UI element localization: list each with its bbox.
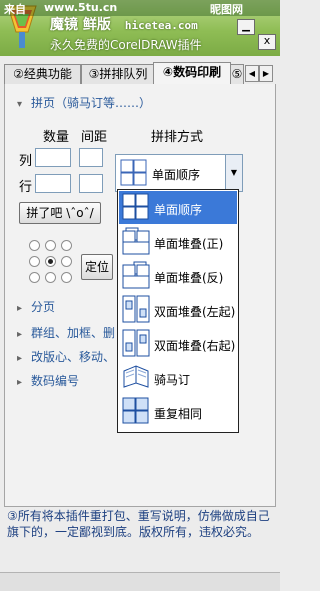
single-stack-reverse-icon	[122, 261, 150, 289]
watermark-url: www.5tu.cn	[44, 1, 118, 14]
section-pagination[interactable]: ▸ 分页	[17, 298, 55, 315]
spacing-header: 间距	[81, 130, 108, 145]
method-option-label: 骑马订	[154, 373, 191, 387]
tab-classic-functions[interactable]: ②经典功能	[4, 64, 81, 84]
dropdown-arrow-icon[interactable]: ▼	[225, 155, 242, 191]
single-sequence-icon	[120, 159, 147, 186]
copyright-notice: ③所有将本插件重打包、重写说明，仿佛做成自己旗下的，一定鄙视到底。版权所有，违权…	[7, 509, 270, 539]
watermark-right: 昵图网	[210, 3, 243, 16]
method-option-label: 双面堆叠(右起)	[154, 339, 236, 353]
anchor-radio-top-right[interactable]	[61, 240, 72, 251]
method-option-single-stack-reverse[interactable]: 单面堆叠(反)	[119, 259, 237, 292]
section-edit-margin[interactable]: ▸ 改版心、移动、	[17, 348, 115, 365]
method-option-label: 单面堆叠(反)	[154, 271, 224, 285]
anchor-radio-bottom-left[interactable]	[29, 272, 40, 283]
anchor-radio-bottom-right[interactable]	[61, 272, 72, 283]
rows-quantity-input[interactable]	[35, 174, 71, 193]
app-site: hicetea.com	[124, 19, 198, 32]
tab-imposition-queue[interactable]: ③拼排队列	[81, 64, 155, 84]
section-digital-numbering[interactable]: ▸ 数码编号	[17, 372, 79, 389]
collapse-arrow-icon: ▾	[17, 99, 23, 110]
minimize-button[interactable]: ▁	[237, 19, 255, 35]
app-title: 魔镜 鲜版 hicetea.com	[50, 14, 198, 34]
method-option-label: 单面顺序	[154, 203, 203, 217]
section-edit-margin-label: 改版心、移动、	[31, 350, 116, 364]
expand-arrow-icon: ▸	[17, 353, 23, 364]
anchor-radio-top-left[interactable]	[29, 240, 40, 251]
method-option-label: 单面堆叠(正)	[154, 237, 224, 251]
method-option-single-stack-forward[interactable]: 单面堆叠(正)	[119, 225, 237, 258]
anchor-radio-middle-right[interactable]	[61, 256, 72, 267]
title-bar: 来自 www.5tu.cn 昵图网 魔镜 鲜版 hicetea.com 永久免费的…	[0, 0, 280, 56]
anchor-radio-bottom-center[interactable]	[45, 272, 56, 283]
saddle-stitch-icon	[123, 365, 149, 388]
method-option-repeat-same[interactable]: 重复相同	[119, 395, 237, 428]
imposition-header-label: 拼页（骑马订等……）	[31, 96, 152, 110]
rows-spacing-input[interactable]	[79, 174, 103, 193]
tab-scroll-right-icon[interactable]: ▶	[259, 65, 273, 82]
method-option-label: 双面堆叠(左起)	[154, 305, 236, 319]
anchor-radio-center[interactable]	[45, 256, 56, 267]
method-option-saddle-stitch[interactable]: 骑马订	[119, 361, 237, 394]
double-stack-left-icon	[122, 295, 150, 323]
expand-arrow-icon: ▸	[17, 303, 23, 314]
single-stack-forward-icon	[122, 227, 150, 255]
app-subtitle: 永久免费的CorelDRAW插件	[50, 38, 202, 52]
expand-arrow-icon: ▸	[17, 377, 23, 388]
columns-label: 列	[19, 154, 33, 169]
position-button[interactable]: 定位	[81, 254, 113, 280]
quantity-header: 数量	[43, 130, 70, 145]
method-option-single-sequence[interactable]: 单面顺序	[119, 191, 237, 224]
status-bar	[0, 572, 280, 591]
app-title-text: 魔镜 鲜版	[50, 17, 111, 33]
watermark-left: 来自	[4, 3, 26, 16]
anchor-radio-middle-left[interactable]	[29, 256, 40, 267]
section-digital-numbering-label: 数码编号	[31, 374, 80, 388]
minimize-icon: ▁	[242, 21, 250, 32]
section-group-frame-label: 群组、加框、删	[31, 326, 116, 340]
double-stack-right-icon	[122, 329, 150, 357]
tab-bar: ②经典功能 ③拼排队列 ④数码印刷 ⑤ ◀ ▶	[4, 62, 276, 85]
tab-5[interactable]: ⑤	[230, 64, 244, 84]
columns-spacing-input[interactable]	[79, 148, 103, 167]
section-pagination-label: 分页	[31, 300, 56, 314]
imposition-method-select[interactable]: 单面顺序 ▼	[115, 154, 243, 192]
impose-go-button[interactable]: 拼了吧 \ˆoˆ/	[19, 202, 101, 224]
method-option-double-stack-left[interactable]: 双面堆叠(左起)	[119, 293, 237, 326]
rows-label: 行	[19, 180, 33, 195]
close-button[interactable]: x	[258, 34, 276, 50]
single-sequence-icon	[122, 193, 149, 220]
method-header: 拼排方式	[151, 130, 204, 145]
method-dropdown-list: 单面顺序 单面堆叠(正) 单面堆叠(反) 双面堆叠(左起) 双面堆叠(右起) 骑…	[117, 189, 239, 433]
anchor-radio-top-center[interactable]	[45, 240, 56, 251]
imposition-section-header[interactable]: ▾ 拼页（骑马订等……）	[17, 94, 151, 111]
repeat-same-icon	[122, 397, 149, 424]
expand-arrow-icon: ▸	[17, 329, 23, 340]
selected-method-value: 单面顺序	[152, 168, 201, 182]
tab-scroll-left-icon[interactable]: ◀	[245, 65, 259, 82]
columns-quantity-input[interactable]	[35, 148, 71, 167]
tab-digital-printing[interactable]: ④数码印刷	[153, 62, 231, 85]
method-option-label: 重复相同	[154, 407, 203, 421]
section-group-frame[interactable]: ▸ 群组、加框、删	[17, 324, 115, 341]
method-option-double-stack-right[interactable]: 双面堆叠(右起)	[119, 327, 237, 360]
